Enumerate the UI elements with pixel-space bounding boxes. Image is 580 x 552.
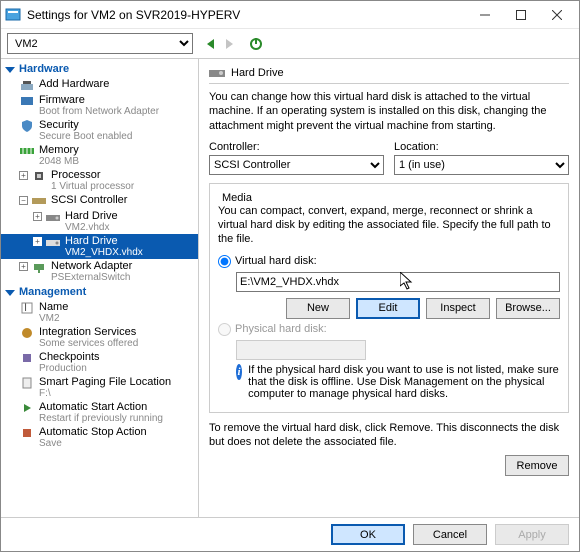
firmware-icon <box>19 94 35 108</box>
tree-firmware[interactable]: FirmwareBoot from Network Adapter <box>1 93 198 118</box>
tree-harddrive-1[interactable]: + Hard DriveVM2.vhdx <box>1 209 198 234</box>
expand-icon[interactable]: + <box>33 237 42 246</box>
integration-icon <box>19 326 35 340</box>
media-group: Media You can compact, convert, expand, … <box>209 183 569 413</box>
vhd-radio-label: Virtual hard disk: <box>235 255 317 267</box>
processor-icon <box>31 169 47 183</box>
hardware-header: Hardware <box>1 61 198 77</box>
app-icon <box>5 7 21 23</box>
controller-select[interactable]: SCSI Controller <box>209 155 384 175</box>
settings-tree[interactable]: Hardware Add Hardware FirmwareBoot from … <box>1 59 199 517</box>
tree-security[interactable]: SecuritySecure Boot enabled <box>1 118 198 143</box>
tree-name[interactable]: I NameVM2 <box>1 300 198 325</box>
tree-memory[interactable]: Memory2048 MB <box>1 143 198 168</box>
close-button[interactable] <box>539 1 575 29</box>
detail-description: You can change how this virtual hard dis… <box>209 90 569 133</box>
controller-label: Controller: <box>209 141 384 153</box>
info-icon: i <box>236 364 242 380</box>
disk-icon <box>45 235 61 249</box>
svg-text:I: I <box>24 302 27 314</box>
vhd-path-input[interactable] <box>236 272 560 292</box>
disk-icon <box>45 210 61 224</box>
tree-stop-action[interactable]: Automatic Stop ActionSave <box>1 425 198 450</box>
cancel-button[interactable]: Cancel <box>413 524 487 545</box>
tree-integration[interactable]: Integration ServicesSome services offere… <box>1 325 198 350</box>
minimize-button[interactable] <box>467 1 503 29</box>
stop-action-icon <box>19 426 35 440</box>
detail-pane: Hard Drive You can change how this virtu… <box>199 59 579 517</box>
name-icon: I <box>19 301 35 315</box>
paging-icon <box>19 376 35 390</box>
expand-icon[interactable]: + <box>33 212 42 221</box>
expand-icon[interactable]: + <box>19 171 28 180</box>
physical-radio <box>218 323 231 336</box>
vhd-radio[interactable] <box>218 255 231 268</box>
dialog-footer: OK Cancel Apply <box>1 517 579 551</box>
physical-radio-row: Physical hard disk: <box>218 323 560 336</box>
network-icon <box>31 260 47 274</box>
titlebar: Settings for VM2 on SVR2019-HYPERV <box>1 1 579 29</box>
tree-start-action[interactable]: Automatic Start ActionRestart if previou… <box>1 400 198 425</box>
collapse-icon[interactable]: − <box>19 196 28 205</box>
expand-icon[interactable]: + <box>19 262 28 271</box>
remove-button[interactable]: Remove <box>505 455 569 476</box>
toolbar: VM2 <box>1 29 579 59</box>
nav-forward-icon[interactable] <box>223 38 235 50</box>
controller-icon <box>31 194 47 208</box>
edit-button[interactable]: Edit <box>356 298 420 319</box>
remove-description: To remove the virtual hard disk, click R… <box>209 421 569 450</box>
location-select[interactable]: 1 (in use) <box>394 155 569 175</box>
maximize-button[interactable] <box>503 1 539 29</box>
detail-heading: Hard Drive <box>231 67 284 79</box>
tree-paging[interactable]: Smart Paging File LocationF:\ <box>1 375 198 400</box>
tree-add-hardware[interactable]: Add Hardware <box>1 77 198 93</box>
location-label: Location: <box>394 141 569 153</box>
checkpoint-icon <box>19 351 35 365</box>
tree-scsi[interactable]: − SCSI Controller <box>1 193 198 209</box>
media-group-title: Media <box>218 192 256 204</box>
media-description: You can compact, convert, expand, merge,… <box>218 204 560 247</box>
vhd-radio-row[interactable]: Virtual hard disk: <box>218 255 560 268</box>
memory-icon <box>19 144 35 158</box>
shield-icon <box>19 119 35 133</box>
tree-checkpoints[interactable]: CheckpointsProduction <box>1 350 198 375</box>
add-hardware-icon <box>19 78 35 92</box>
inspect-button[interactable]: Inspect <box>426 298 490 319</box>
nav-back-icon[interactable] <box>205 38 217 50</box>
vm-selector[interactable]: VM2 <box>7 33 193 54</box>
info-text: If the physical hard disk you want to us… <box>248 364 560 400</box>
physical-radio-label: Physical hard disk: <box>235 323 327 335</box>
tree-harddrive-2[interactable]: + Hard DriveVM2_VHDX.vhdx <box>1 234 198 259</box>
browse-button[interactable]: Browse... <box>496 298 560 319</box>
management-header: Management <box>1 284 198 300</box>
new-button[interactable]: New <box>286 298 350 319</box>
tree-network[interactable]: + Network AdapterPSExternalSwitch <box>1 259 198 284</box>
window-title: Settings for VM2 on SVR2019-HYPERV <box>27 8 467 22</box>
physical-select-disabled <box>236 340 366 360</box>
start-action-icon <box>19 401 35 415</box>
ok-button[interactable]: OK <box>331 524 405 545</box>
apply-button: Apply <box>495 524 569 545</box>
tree-processor[interactable]: + Processor1 Virtual processor <box>1 168 198 193</box>
power-icon[interactable] <box>249 37 263 51</box>
disk-icon <box>209 67 225 79</box>
